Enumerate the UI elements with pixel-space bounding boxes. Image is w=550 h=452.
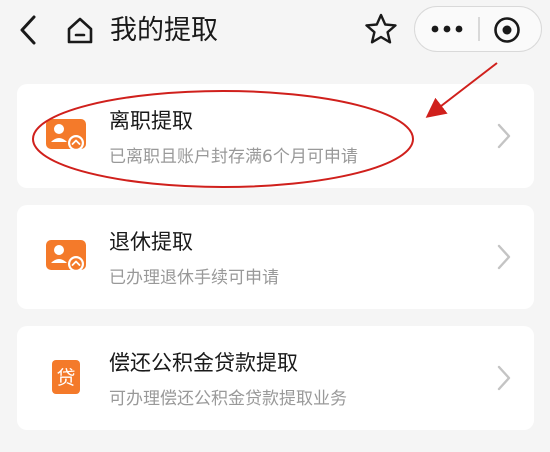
capsule-divider bbox=[478, 17, 480, 41]
target-close-icon[interactable] bbox=[491, 14, 523, 46]
option-card-retire[interactable]: 退休提取 已办理退休手续可申请 bbox=[17, 205, 534, 309]
resign-card-icon bbox=[46, 119, 86, 151]
option-card-resign[interactable]: 离职提取 已离职且账户封存满6个月可申请 bbox=[17, 84, 534, 188]
option-title: 偿还公积金贷款提取 bbox=[109, 351, 298, 375]
page-title: 我的提取 bbox=[110, 15, 218, 46]
chevron-right-icon bbox=[497, 244, 511, 270]
loan-icon: 贷 bbox=[52, 360, 80, 394]
option-card-loan[interactable]: 贷 偿还公积金贷款提取 可办理偿还公积金贷款提取业务 bbox=[17, 326, 534, 430]
chevron-left-icon[interactable] bbox=[14, 12, 44, 48]
option-subtitle: 已办理退休手续可申请 bbox=[109, 268, 279, 288]
loan-icon-glyph: 贷 bbox=[56, 367, 75, 389]
home-icon[interactable] bbox=[64, 14, 96, 46]
chevron-right-icon bbox=[497, 123, 511, 149]
option-subtitle: 可办理偿还公积金贷款提取业务 bbox=[109, 389, 347, 409]
navigation-bar: 我的提取 bbox=[0, 0, 550, 62]
option-subtitle: 已离职且账户封存满6个月可申请 bbox=[109, 147, 358, 167]
mini-program-capsule bbox=[414, 6, 542, 52]
option-title: 退休提取 bbox=[109, 230, 193, 254]
chevron-right-icon bbox=[497, 365, 511, 391]
star-icon[interactable] bbox=[364, 12, 398, 46]
option-title: 离职提取 bbox=[109, 109, 193, 133]
more-dots-icon[interactable] bbox=[429, 19, 465, 39]
retire-card-icon bbox=[46, 240, 86, 272]
